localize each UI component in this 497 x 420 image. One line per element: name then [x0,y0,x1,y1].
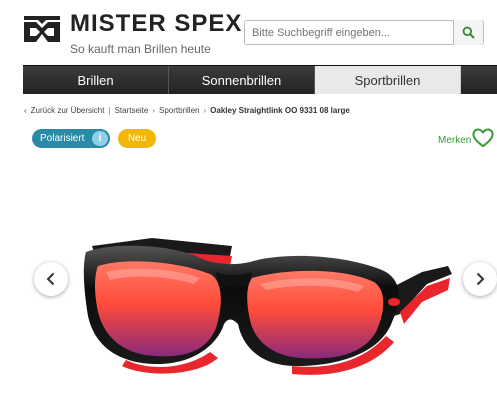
mister-spex-logo-icon[interactable] [22,8,62,48]
tab-brillen[interactable]: Brillen [23,66,169,94]
new-badge: Neu [118,129,156,148]
info-icon[interactable]: i [92,131,108,146]
site-header: MISTER SPEX So kauft man Brillen heute [0,0,497,64]
search-box [244,20,484,45]
search-button[interactable] [453,20,483,45]
chevron-right-small-icon: › [203,106,207,115]
chevron-left-icon [46,272,55,286]
breadcrumb-divider: | [108,106,111,115]
tab-sportbrillen[interactable]: Sportbrillen [315,66,461,94]
heart-icon[interactable] [472,128,494,148]
breadcrumb-back-link[interactable]: Zurück zur Übersicht [31,106,105,115]
product-image [83,238,452,375]
breadcrumb-item-sportbrillen[interactable]: Sportbrillen [159,106,199,115]
chevron-right-icon [476,272,485,286]
carousel-prev-button[interactable] [34,262,68,296]
carousel-next-button[interactable] [463,262,497,296]
tagline: So kauft man Brillen heute [70,42,211,56]
search-icon [462,26,475,39]
brand-name[interactable]: MISTER SPEX [70,10,242,38]
polarized-badge: Polarisiert i [32,129,110,148]
polarized-badge-label: Polarisiert [40,133,85,144]
breadcrumb: ‹ Zurück zur Übersicht | Startseite › Sp… [24,106,350,115]
chevron-right-small-icon: › [152,106,156,115]
search-input[interactable] [245,21,450,44]
breadcrumb-item-startseite[interactable]: Startseite [115,106,149,115]
main-nav: Brillen Sonnenbrillen Sportbrillen [23,65,497,94]
chevron-left-small-icon: ‹ [24,106,27,115]
tab-sonnenbrillen[interactable]: Sonnenbrillen [169,66,315,94]
breadcrumb-current: Oakley Straightlink OO 9331 08 large [210,106,350,115]
wishlist-label[interactable]: Merken [438,135,471,146]
tab-more[interactable] [461,66,497,94]
